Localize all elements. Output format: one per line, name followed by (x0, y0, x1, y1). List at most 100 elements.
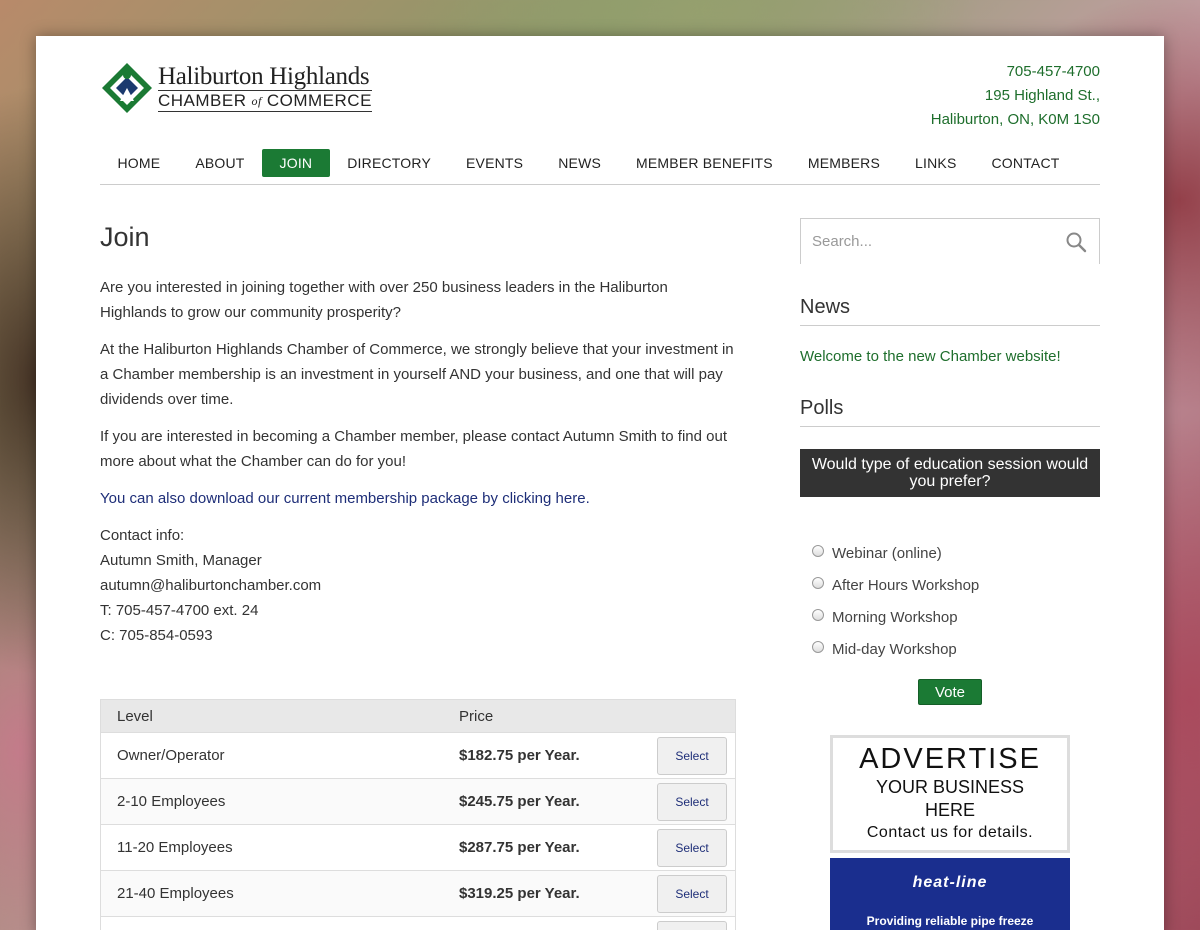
row-price: $287.75 per Year. (459, 839, 649, 856)
chamber-logo-icon (100, 61, 154, 115)
radio-button[interactable] (812, 577, 824, 589)
search-icon[interactable] (1065, 231, 1087, 253)
price-value: $319.25 (459, 885, 514, 902)
col-price-header: Price (459, 707, 494, 725)
poll-option[interactable]: Webinar (online) (812, 537, 1100, 569)
intro-paragraph-3: If you are interested in becoming a Cham… (100, 428, 728, 470)
select-button[interactable]: Select (657, 874, 727, 913)
nav-item-directory[interactable]: DIRECTORY (330, 149, 449, 177)
ad-line3: HERE (924, 800, 975, 820)
select-button[interactable]: Select (657, 828, 727, 867)
poll-option[interactable]: Morning Workshop (812, 601, 1100, 633)
ad-line4: Contact us for details. (866, 824, 1034, 841)
logo-commerce: COMMERCE (266, 91, 372, 110)
poll-question: Would type of education session would yo… (800, 449, 1100, 497)
table-row: Owner/Operator $182.75 per Year. Select (101, 732, 735, 778)
nav-item-members[interactable]: MEMBERS (790, 149, 897, 177)
search-box[interactable]: Search... (800, 218, 1100, 264)
download-link[interactable]: clicking here (502, 490, 585, 507)
select-button[interactable]: Select (657, 782, 727, 821)
radio-button[interactable] (812, 609, 824, 621)
logo-of: of (251, 94, 262, 108)
nav-item-news[interactable]: NEWS (541, 149, 619, 177)
nav-item-join[interactable]: JOIN (262, 148, 330, 177)
table-row (101, 916, 735, 930)
nav-item-contact[interactable]: CONTACT (974, 149, 1077, 177)
page-title: Join (100, 222, 150, 252)
nav-list: HOME ABOUT JOIN DIRECTORY EVENTS NEWS ME… (100, 148, 1077, 177)
download-suffix: . (585, 490, 590, 507)
radio-button[interactable] (812, 641, 824, 653)
price-suffix: per Year. (513, 839, 580, 856)
site-logo[interactable]: Haliburton Highlands CHAMBER of COMMERCE (100, 60, 400, 116)
sidebar: Search... News Welcome to the new Chambe… (800, 218, 1100, 705)
news-link[interactable]: Welcome to the new Chamber website! (800, 348, 1100, 365)
contact-email[interactable]: autumn@haliburtonchamber.com (100, 573, 736, 598)
heatline-logo: heat-line (912, 874, 988, 891)
row-price: $245.75 per Year. (459, 793, 649, 810)
table-row: 21-40 Employees $319.25 per Year. Select (101, 870, 735, 916)
logo-chamber: CHAMBER (158, 91, 247, 110)
intro-paragraph-2: At the Haliburton Highlands Chamber of C… (100, 341, 734, 408)
main-nav: HOME ABOUT JOIN DIRECTORY EVENTS NEWS ME… (100, 141, 1100, 185)
poll-option[interactable]: After Hours Workshop (812, 569, 1100, 601)
ad-line1: ADVERTISE (859, 743, 1041, 775)
nav-item-member-benefits[interactable]: MEMBER BENEFITS (619, 149, 791, 177)
download-prefix: You can also download our current member… (100, 490, 503, 507)
price-value: $245.75 (459, 793, 514, 810)
price-suffix: per Year. (513, 885, 580, 902)
logo-line2: CHAMBER of COMMERCE (158, 90, 372, 112)
price-value: $182.75 (459, 747, 514, 764)
select-button[interactable]: Select (657, 736, 727, 775)
table-row: 11-20 Employees $287.75 per Year. Select (101, 824, 735, 870)
heatline-banner[interactable]: heat-line Providing reliable pipe freeze (830, 858, 1070, 930)
heatline-tagline: Providing reliable pipe freeze (866, 914, 1034, 928)
poll-option-label: After Hours Workshop (832, 576, 980, 594)
advertise-banner[interactable]: ADVERTISE YOUR BUSINESS HERE Contact us … (830, 735, 1070, 853)
contact-label: Contact info: (100, 527, 185, 544)
contact-cell: C: 705-854-0593 (100, 627, 213, 644)
table-row: 2-10 Employees $245.75 per Year. Select (101, 778, 735, 824)
nav-item-about[interactable]: ABOUT (178, 149, 262, 177)
row-level: 21-40 Employees (117, 885, 234, 902)
col-level-header: Level (117, 707, 153, 725)
contact-name: Autumn Smith, Manager (100, 552, 262, 569)
row-price: $319.25 per Year. (459, 885, 649, 902)
nav-item-links[interactable]: LINKS (898, 149, 974, 177)
header-contact: 705-457-4700 195 Highland St., Haliburto… (931, 60, 1100, 132)
intro-paragraph-1: Are you interested in joining together w… (100, 279, 668, 321)
row-level: 2-10 Employees (117, 793, 226, 810)
poll-option-label: Mid-day Workshop (832, 640, 957, 658)
row-level: Owner/Operator (117, 747, 225, 764)
nav-item-events[interactable]: EVENTS (449, 149, 541, 177)
nav-item-home[interactable]: HOME (100, 149, 178, 177)
contact-tel: T: 705-457-4700 ext. 24 (100, 602, 259, 619)
header-address1: 195 Highland St., (984, 87, 1100, 104)
poll-option-label: Morning Workshop (832, 608, 958, 626)
header-address2: Haliburton, ON, K0M 1S0 (930, 111, 1100, 128)
poll-option-label: Webinar (online) (832, 544, 942, 562)
ad-line2: YOUR BUSINESS (875, 777, 1025, 797)
vote-button[interactable]: Vote (917, 679, 983, 705)
header-phone[interactable]: 705-457-4700 (931, 60, 1100, 84)
download-paragraph: You can also download our current member… (100, 486, 736, 511)
price-suffix: per Year. (513, 793, 580, 810)
site-header: Haliburton Highlands CHAMBER of COMMERCE… (100, 60, 1100, 128)
search-input[interactable]: Search... (812, 233, 872, 250)
logo-text: Haliburton Highlands CHAMBER of COMMERCE (158, 64, 372, 112)
row-price: $182.75 per Year. (459, 747, 649, 764)
poll-options: Webinar (online) After Hours Workshop Mo… (800, 537, 1100, 665)
price-value: $287.75 (459, 839, 514, 856)
table-header: Level Price (101, 700, 735, 732)
polls-heading: Polls (800, 397, 1100, 427)
news-heading: News (800, 296, 1100, 326)
price-suffix: per Year. (513, 747, 580, 764)
radio-button[interactable] (812, 545, 824, 557)
contact-info: Contact info: Autumn Smith, Manager autu… (100, 523, 736, 648)
select-button[interactable] (657, 920, 727, 930)
membership-table: Level Price Owner/Operator $182.75 per Y… (100, 699, 736, 930)
logo-line1: Haliburton Highlands (158, 63, 370, 90)
page-card: Haliburton Highlands CHAMBER of COMMERCE… (36, 36, 1164, 930)
poll-option[interactable]: Mid-day Workshop (812, 633, 1100, 665)
row-level: 11-20 Employees (117, 839, 233, 856)
